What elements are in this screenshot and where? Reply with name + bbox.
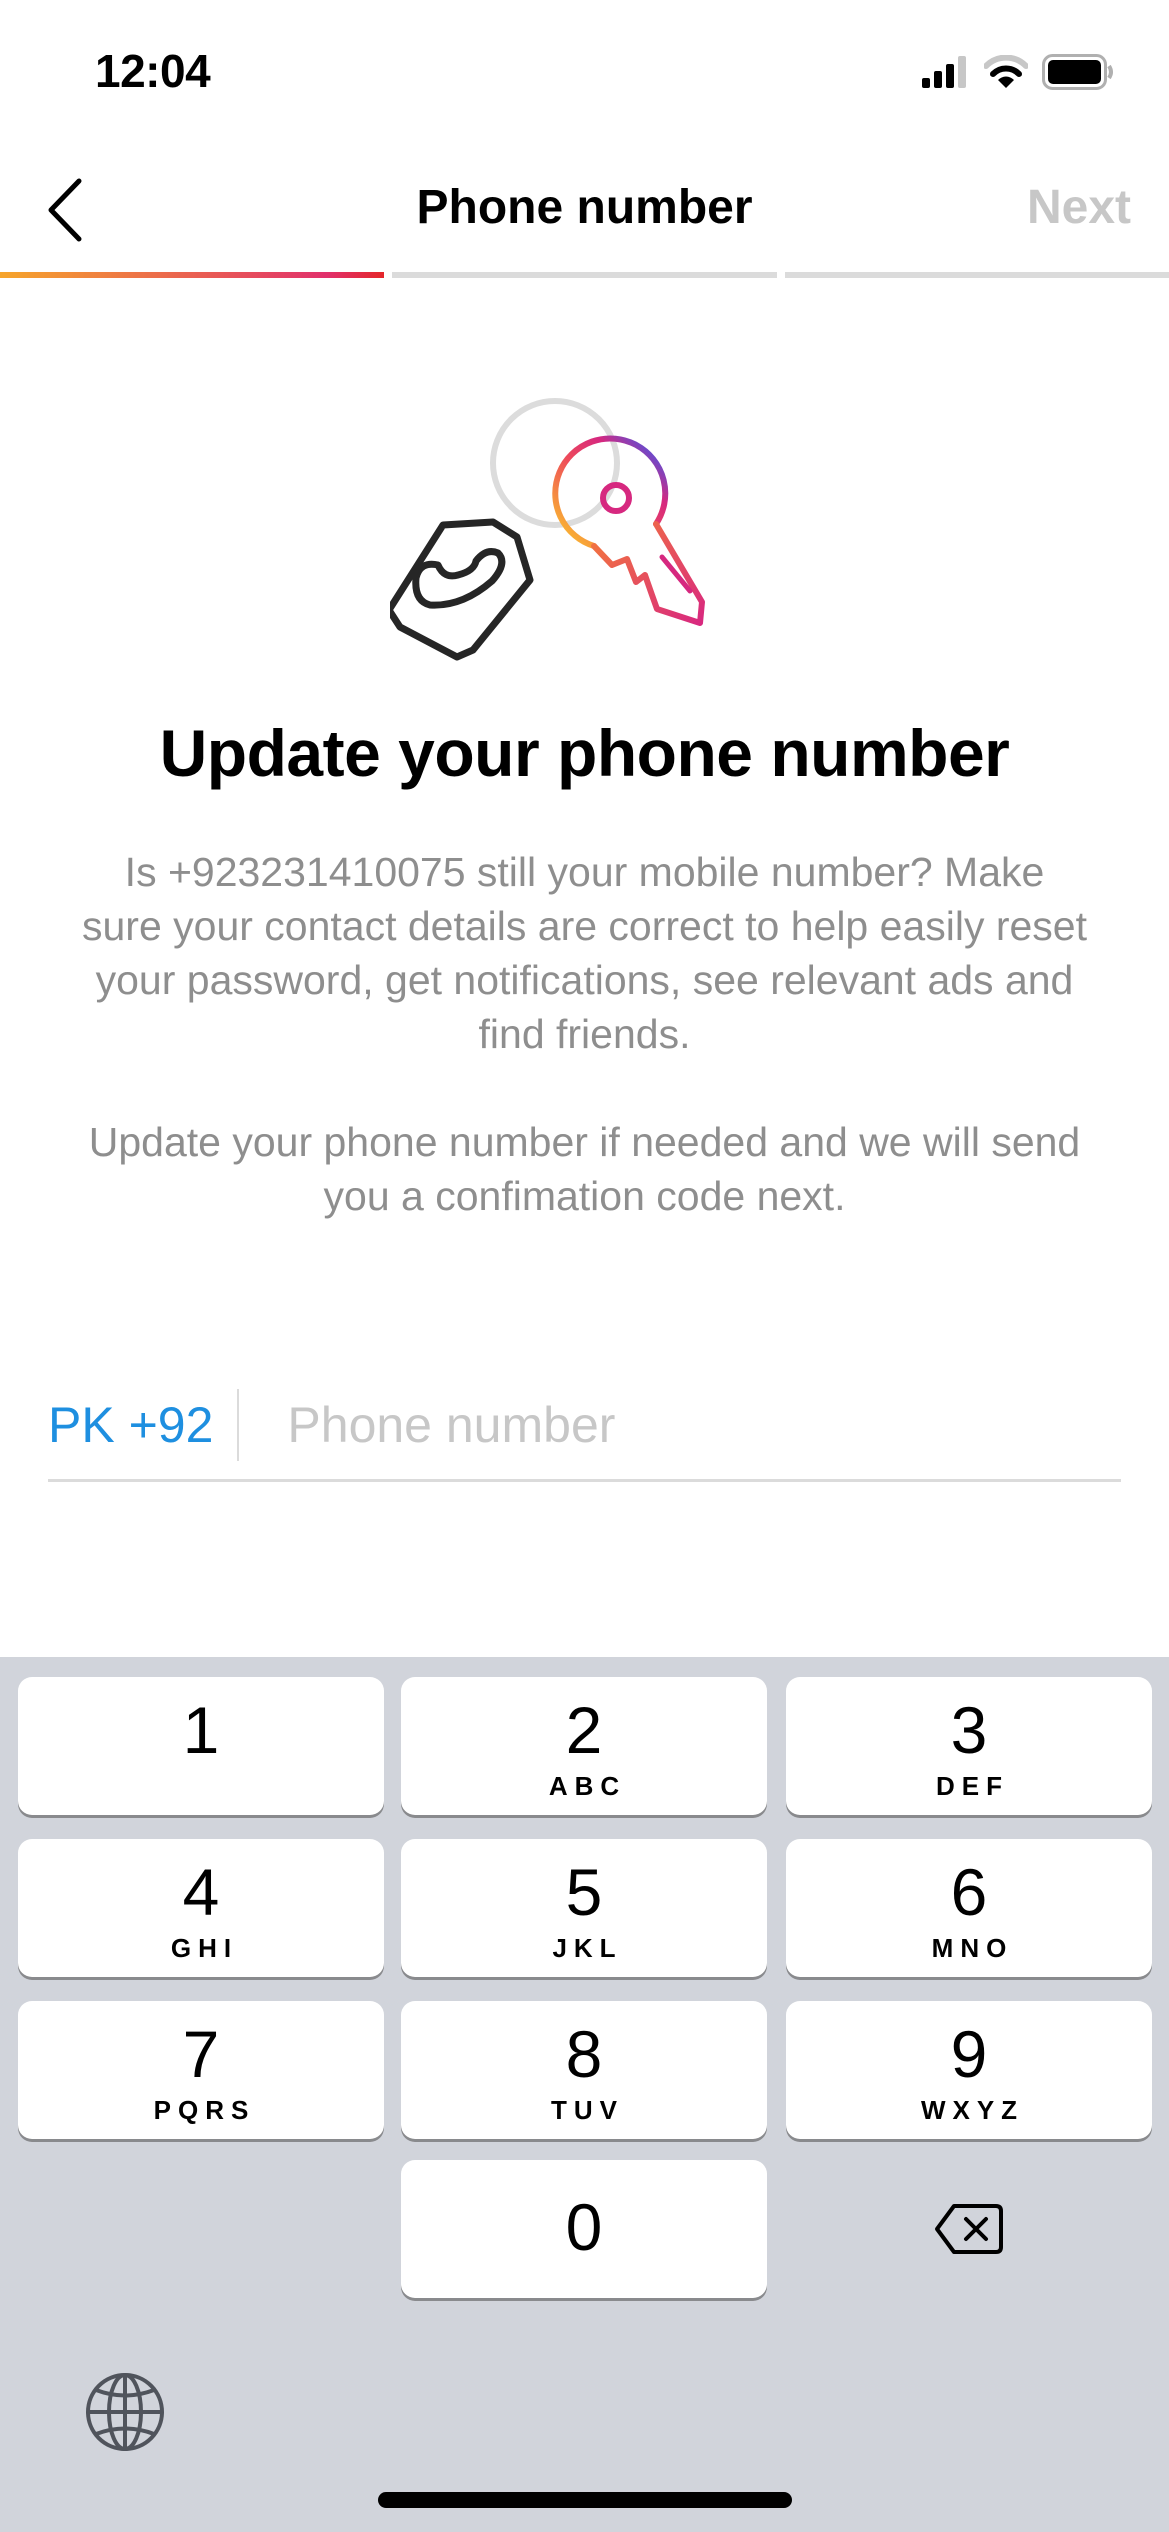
delete-key[interactable] bbox=[786, 2160, 1152, 2298]
progress-step-2 bbox=[392, 272, 777, 278]
key-digit: 6 bbox=[950, 1855, 988, 1929]
key-letters: DEF bbox=[936, 1771, 1009, 1801]
globe-icon bbox=[86, 2373, 164, 2451]
key-7[interactable]: 7 PQRS bbox=[18, 2001, 384, 2139]
next-button[interactable]: Next bbox=[1027, 180, 1131, 235]
status-time: 12:04 bbox=[95, 45, 211, 97]
phone-number-input[interactable] bbox=[287, 1395, 1121, 1454]
cellular-signal-icon bbox=[922, 56, 966, 88]
globe-key[interactable] bbox=[60, 2357, 190, 2467]
step-progress bbox=[0, 272, 1169, 278]
country-code-selector[interactable]: PK +92 bbox=[48, 1388, 240, 1461]
progress-step-1 bbox=[0, 272, 385, 278]
instruction-paragraph: Update your phone number if needed and w… bbox=[88, 1119, 1081, 1219]
key-digit: 7 bbox=[182, 2017, 220, 2091]
key-letters: GHI bbox=[170, 1933, 239, 1963]
key-digit: 3 bbox=[950, 1693, 988, 1767]
backspace-icon bbox=[935, 2204, 1003, 2254]
key-4[interactable]: 4 GHI bbox=[18, 1839, 384, 1977]
key-6[interactable]: 6 MNO bbox=[786, 1839, 1152, 1977]
key-2[interactable]: 2 ABC bbox=[401, 1677, 767, 1815]
numeric-keyboard: 1 2 ABC 3 DEF 4 GHI 5 JKL 6 MNO 7 PQRS 8… bbox=[0, 1657, 1169, 2532]
key-digit: 4 bbox=[182, 1855, 220, 1929]
key-5[interactable]: 5 JKL bbox=[401, 1839, 767, 1977]
key-letters: WXYZ bbox=[920, 2095, 1025, 2125]
key-digit: 2 bbox=[565, 1693, 603, 1767]
key-8[interactable]: 8 TUV bbox=[401, 2001, 767, 2139]
wifi-icon bbox=[984, 55, 1028, 88]
key-letters: MNO bbox=[931, 1933, 1014, 1963]
nav-bar: Phone number Next bbox=[0, 160, 1169, 260]
key-letters: JKL bbox=[552, 1933, 623, 1963]
key-0[interactable]: 0 bbox=[401, 2160, 767, 2298]
key-digit: 9 bbox=[950, 2017, 988, 2091]
key-3[interactable]: 3 DEF bbox=[786, 1677, 1152, 1815]
key-letters: TUV bbox=[551, 2095, 624, 2125]
phone-number-field: PK +92 bbox=[48, 1370, 1121, 1482]
key-9[interactable]: 9 WXYZ bbox=[786, 2001, 1152, 2139]
battery-icon bbox=[1042, 54, 1113, 90]
key-digit: 5 bbox=[565, 1855, 603, 1929]
home-indicator bbox=[378, 2492, 792, 2508]
phone-keychain-key-icon bbox=[390, 398, 705, 661]
key-digit: 8 bbox=[565, 2017, 603, 2091]
key-letters: ABC bbox=[548, 1771, 627, 1801]
progress-step-3 bbox=[784, 272, 1169, 278]
description-paragraph: Is +923231410075 still your mobile numbe… bbox=[82, 849, 1087, 1057]
key-letters: PQRS bbox=[153, 2095, 256, 2125]
key-digit: 1 bbox=[182, 1693, 220, 1767]
status-bar: 12:04 bbox=[0, 0, 1169, 150]
page-title: Phone number bbox=[416, 181, 753, 234]
key-1[interactable]: 1 bbox=[18, 1677, 384, 1815]
headline: Update your phone number bbox=[159, 716, 1010, 790]
status-icons bbox=[922, 54, 1114, 90]
key-digit: 0 bbox=[565, 2190, 603, 2264]
